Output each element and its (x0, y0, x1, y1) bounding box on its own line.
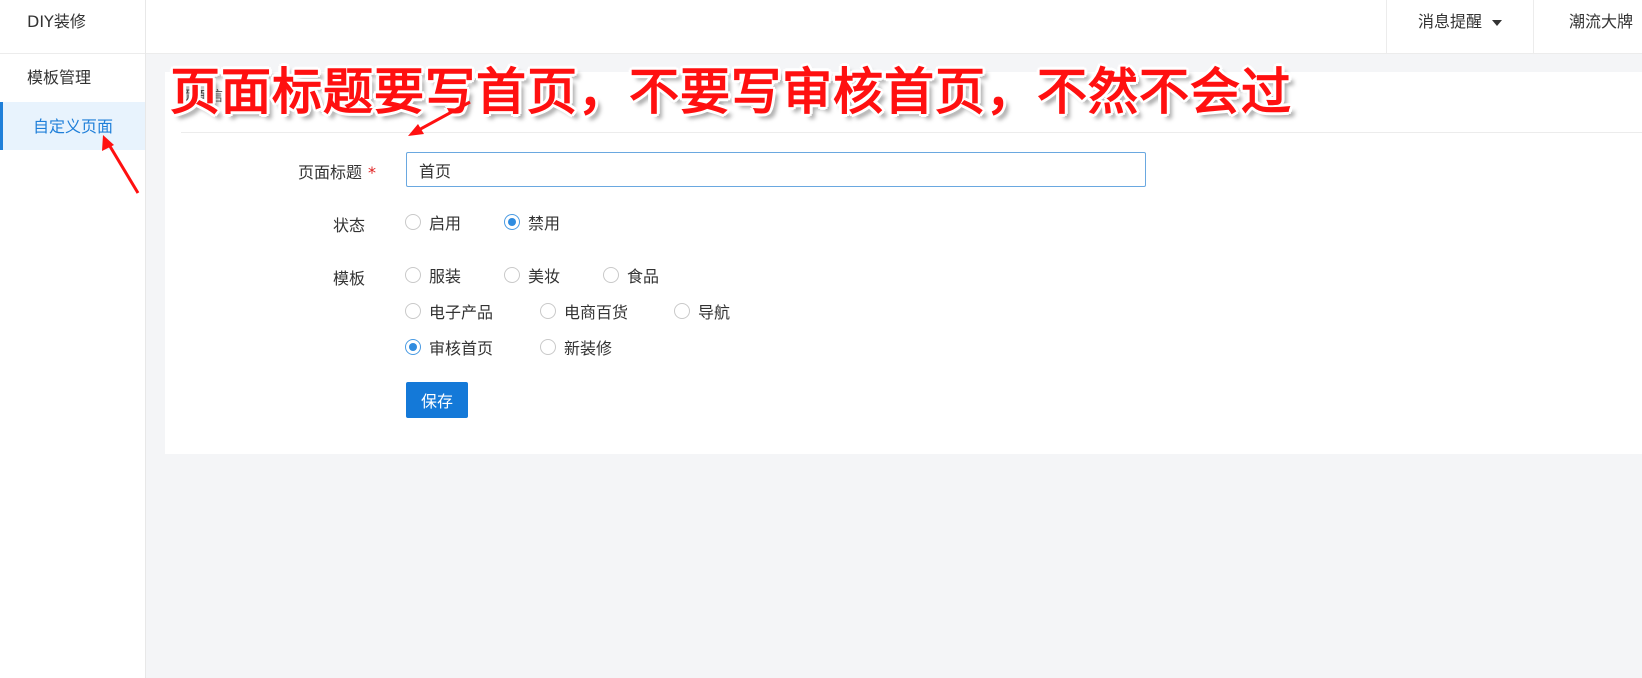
radio-circle-icon (674, 303, 690, 319)
status-option-label: 启用 (429, 214, 462, 233)
radio-circle-icon (504, 267, 520, 283)
radio-circle-icon (540, 339, 556, 355)
template-radio-electronics[interactable]: 电子产品 (405, 300, 493, 322)
sidebar-item-custom-page[interactable]: 自定义页面 (0, 102, 145, 150)
messages-label: 消息提醒 (1418, 12, 1483, 31)
status-label: 状态 (333, 216, 366, 235)
template-radio-new-decoration[interactable]: 新装修 (540, 336, 612, 358)
template-radio-review-home[interactable]: 审核首页 (405, 336, 493, 358)
annotation-text: 页面标题要写首页，不要写审核首页，不然不会过 (170, 63, 1292, 121)
radio-circle-icon (603, 267, 619, 283)
template-option-label: 审核首页 (429, 339, 494, 358)
page-title-label-text: 页面标题 (298, 163, 363, 182)
caret-down-icon (1492, 19, 1503, 26)
radio-circle-icon (405, 267, 421, 283)
user-menu[interactable]: 潮流大牌 (1569, 0, 1633, 54)
radio-circle-icon (405, 214, 421, 230)
template-option-label: 美妆 (528, 267, 561, 286)
template-radio-navigation[interactable]: 导航 (674, 300, 730, 322)
template-radio-department-store[interactable]: 电商百货 (540, 300, 628, 322)
template-radio-beauty[interactable]: 美妆 (504, 264, 560, 286)
status-radio-disabled[interactable]: 禁用 (504, 211, 560, 233)
content-panel: 页面信息 (165, 72, 1642, 454)
template-radio-clothing[interactable]: 服装 (405, 264, 461, 286)
page-title-input[interactable] (406, 152, 1146, 187)
template-radio-food[interactable]: 食品 (603, 264, 659, 286)
template-option-label: 导航 (698, 303, 731, 322)
sidebar-item-template-management[interactable]: 模板管理 (0, 54, 145, 102)
save-button[interactable]: 保存 (406, 382, 468, 418)
radio-checked-icon (405, 339, 421, 355)
template-label: 模板 (333, 269, 366, 288)
radio-checked-icon (504, 214, 520, 230)
brand-title: DIY装修 (0, 0, 145, 54)
template-option-label: 食品 (627, 267, 660, 286)
template-option-label: 电商百货 (564, 303, 629, 322)
template-option-label: 电子产品 (429, 303, 494, 322)
radio-circle-icon (405, 303, 421, 319)
messages-dropdown[interactable]: 消息提醒 (1386, 0, 1534, 54)
radio-circle-icon (540, 303, 556, 319)
template-option-label: 服装 (429, 267, 462, 286)
status-option-label: 禁用 (528, 214, 561, 233)
page-title-label: 页面标题 * (298, 159, 376, 183)
template-option-label: 新装修 (564, 339, 613, 358)
top-header: 消息提醒 潮流大牌 (146, 0, 1642, 54)
status-radio-enabled[interactable]: 启用 (405, 211, 461, 233)
sidebar: DIY装修 模板管理 自定义页面 (0, 0, 146, 678)
required-mark: * (368, 163, 377, 182)
panel-divider (181, 132, 1642, 133)
